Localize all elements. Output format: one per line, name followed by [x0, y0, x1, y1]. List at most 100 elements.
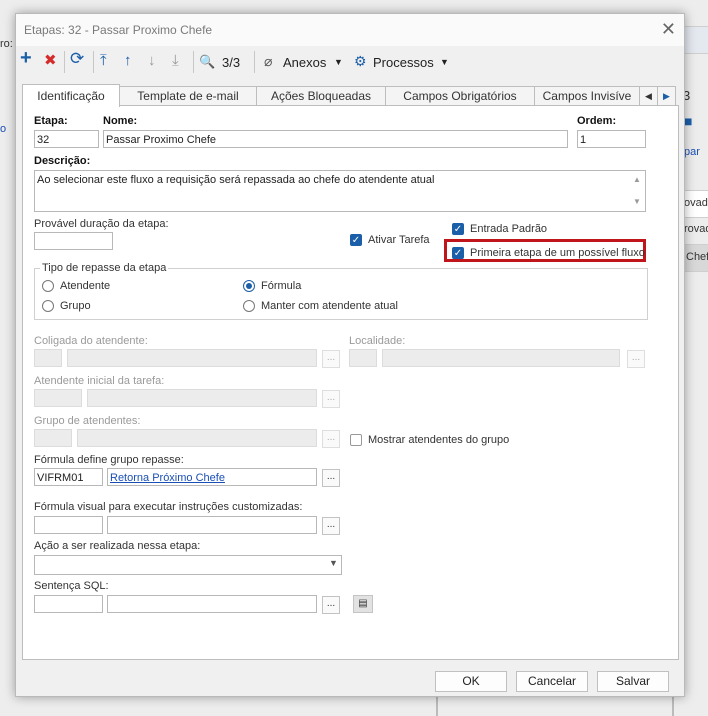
- descricao-textarea[interactable]: Ao selecionar este fluxo a requisição se…: [34, 170, 646, 212]
- coligada-lookup-button[interactable]: ...: [322, 350, 340, 368]
- save-button[interactable]: Salvar: [597, 671, 669, 692]
- formula-grupo-name-field[interactable]: Retorna Próximo Chefe: [107, 468, 317, 486]
- annexes-menu[interactable]: Anexos: [283, 55, 326, 70]
- bg-print-icon: ■: [684, 113, 693, 129]
- tab-acoes-bloqueadas[interactable]: Ações Bloqueadas: [256, 86, 386, 105]
- acao-label: Ação a ser realizada nessa etapa:: [34, 540, 201, 552]
- tab-campos-obrigatorios[interactable]: Campos Obrigatórios: [385, 86, 535, 105]
- ativar-tarefa-checkbox[interactable]: ✓: [350, 234, 362, 246]
- grupo-atendentes-lookup-button[interactable]: ...: [322, 430, 340, 448]
- chevron-down-icon[interactable]: ▼: [329, 558, 338, 568]
- formula-visual-label: Fórmula visual para executar instruções …: [34, 501, 303, 513]
- coligada-name-field[interactable]: [67, 349, 317, 367]
- scroll-up-icon[interactable]: ▲: [633, 175, 641, 184]
- radio-manter-atendente-label: Manter com atendente atual: [261, 300, 398, 312]
- descricao-label: Descrição:: [34, 155, 91, 167]
- formula-visual-name-field[interactable]: [107, 516, 317, 534]
- repasse-group: [34, 268, 648, 320]
- toolbar-separator: [93, 51, 94, 73]
- search-icon[interactable]: 🔍: [199, 54, 215, 70]
- descricao-text: Ao selecionar este fluxo a requisição se…: [37, 174, 435, 186]
- bg-row-text: rovad: [684, 223, 708, 235]
- radio-grupo[interactable]: [42, 300, 54, 312]
- sentenca-sql-label: Sentença SQL:: [34, 580, 109, 592]
- atendente-inicial-code-field[interactable]: [34, 389, 82, 407]
- radio-atendente[interactable]: [42, 280, 54, 292]
- bg-divider: [436, 696, 438, 716]
- first-record-icon[interactable]: ⤒: [100, 53, 107, 69]
- atendente-inicial-lookup-button[interactable]: ...: [322, 390, 340, 408]
- radio-formula[interactable]: [243, 280, 255, 292]
- bg-row-text: ovada: [684, 197, 708, 209]
- mostrar-atendentes-label: Mostrar atendentes do grupo: [368, 434, 510, 446]
- localidade-lookup-button[interactable]: ...: [627, 350, 645, 368]
- close-icon[interactable]: ✕: [661, 19, 676, 40]
- gear-icon: ⚙: [354, 53, 367, 69]
- bg-link: o: [0, 123, 7, 135]
- coligada-code-field[interactable]: [34, 349, 62, 367]
- tab-campos-invisiveis[interactable]: Campos Invisíve: [534, 86, 640, 105]
- sentenca-lookup-button[interactable]: ...: [322, 596, 340, 614]
- refresh-icon[interactable]: ⟳: [70, 50, 84, 67]
- nome-field[interactable]: Passar Proximo Chefe: [103, 130, 568, 148]
- paperclip-icon: ⌀: [264, 53, 273, 69]
- tab-scroll-left-icon[interactable]: ◀: [639, 86, 658, 105]
- nome-label: Nome:: [103, 115, 138, 127]
- duracao-label: Provável duração da etapa:: [34, 218, 169, 230]
- scroll-down-icon[interactable]: ▼: [633, 197, 641, 206]
- entrada-padrao-checkbox[interactable]: ✓: [452, 223, 464, 235]
- localidade-code-field[interactable]: [349, 349, 377, 367]
- grupo-atendentes-name-field[interactable]: [77, 429, 317, 447]
- entrada-padrao-label: Entrada Padrão: [470, 223, 548, 235]
- bg-label: ro:: [0, 38, 13, 50]
- window-title: Etapas: 32 - Passar Proximo Chefe: [24, 23, 213, 37]
- acao-select[interactable]: [34, 555, 342, 575]
- next-record-icon[interactable]: ↓: [148, 53, 156, 69]
- formula-visual-code-field[interactable]: [34, 516, 103, 534]
- last-record-icon[interactable]: ⤓: [172, 53, 179, 69]
- formula-visual-lookup-button[interactable]: ...: [322, 517, 340, 535]
- previous-record-icon[interactable]: ↑: [124, 53, 132, 69]
- cancel-button[interactable]: Cancelar: [516, 671, 588, 692]
- radio-grupo-label: Grupo: [60, 300, 91, 312]
- etapas-dialog: Etapas: 32 - Passar Proximo Chefe ✕ + ✖ …: [15, 13, 685, 697]
- formula-grupo-code-field[interactable]: VIFRM01: [34, 468, 103, 486]
- ok-button[interactable]: OK: [435, 671, 507, 692]
- bg-row-text: Chef: [686, 251, 708, 263]
- radio-manter-atendente[interactable]: [243, 300, 255, 312]
- duracao-field[interactable]: [34, 232, 113, 250]
- formula-grupo-link[interactable]: Retorna Próximo Chefe: [110, 472, 225, 484]
- radio-atendente-label: Atendente: [60, 280, 111, 292]
- grupo-atendentes-code-field[interactable]: [34, 429, 72, 447]
- primeira-etapa-checkbox[interactable]: ✓: [452, 247, 464, 259]
- localidade-name-field[interactable]: [382, 349, 620, 367]
- ordem-field[interactable]: 1: [577, 130, 646, 148]
- sentenca-name-field[interactable]: [107, 595, 317, 613]
- tab-identificacao[interactable]: Identificação: [22, 84, 120, 107]
- primeira-etapa-label: Primeira etapa de um possível fluxo: [470, 247, 645, 259]
- atendente-inicial-label: Atendente inicial da tarefa:: [34, 375, 165, 387]
- mostrar-atendentes-checkbox[interactable]: [350, 434, 362, 446]
- bg-divider: [672, 696, 674, 716]
- radio-formula-label: Fórmula: [261, 280, 302, 292]
- toolbar-separator: [193, 51, 194, 73]
- record-counter: 3/3: [222, 55, 241, 70]
- tab-template-email[interactable]: Template de e-mail: [119, 86, 257, 105]
- etapa-field[interactable]: 32: [34, 130, 99, 148]
- toolbar-separator: [64, 51, 65, 73]
- chevron-down-icon[interactable]: ▼: [334, 57, 343, 67]
- etapa-label: Etapa:: [34, 115, 68, 127]
- bg-link-par: par: [684, 146, 700, 158]
- processes-menu[interactable]: Processos: [373, 55, 434, 70]
- delete-icon[interactable]: ✖: [44, 53, 57, 69]
- formula-grupo-lookup-button[interactable]: ...: [322, 469, 340, 487]
- sentenca-code-field[interactable]: [34, 595, 103, 613]
- tab-scroll-right-icon[interactable]: ▶: [657, 86, 676, 105]
- toolbar-separator: [254, 51, 255, 73]
- chevron-down-icon[interactable]: ▼: [440, 57, 449, 67]
- formula-grupo-label: Fórmula define grupo repasse:: [34, 454, 184, 466]
- identificacao-panel: Etapa: 32 Nome: Passar Proximo Chefe Ord…: [22, 105, 679, 660]
- add-icon[interactable]: +: [20, 48, 32, 68]
- sql-editor-icon[interactable]: ▤: [353, 595, 373, 613]
- atendente-inicial-name-field[interactable]: [87, 389, 317, 407]
